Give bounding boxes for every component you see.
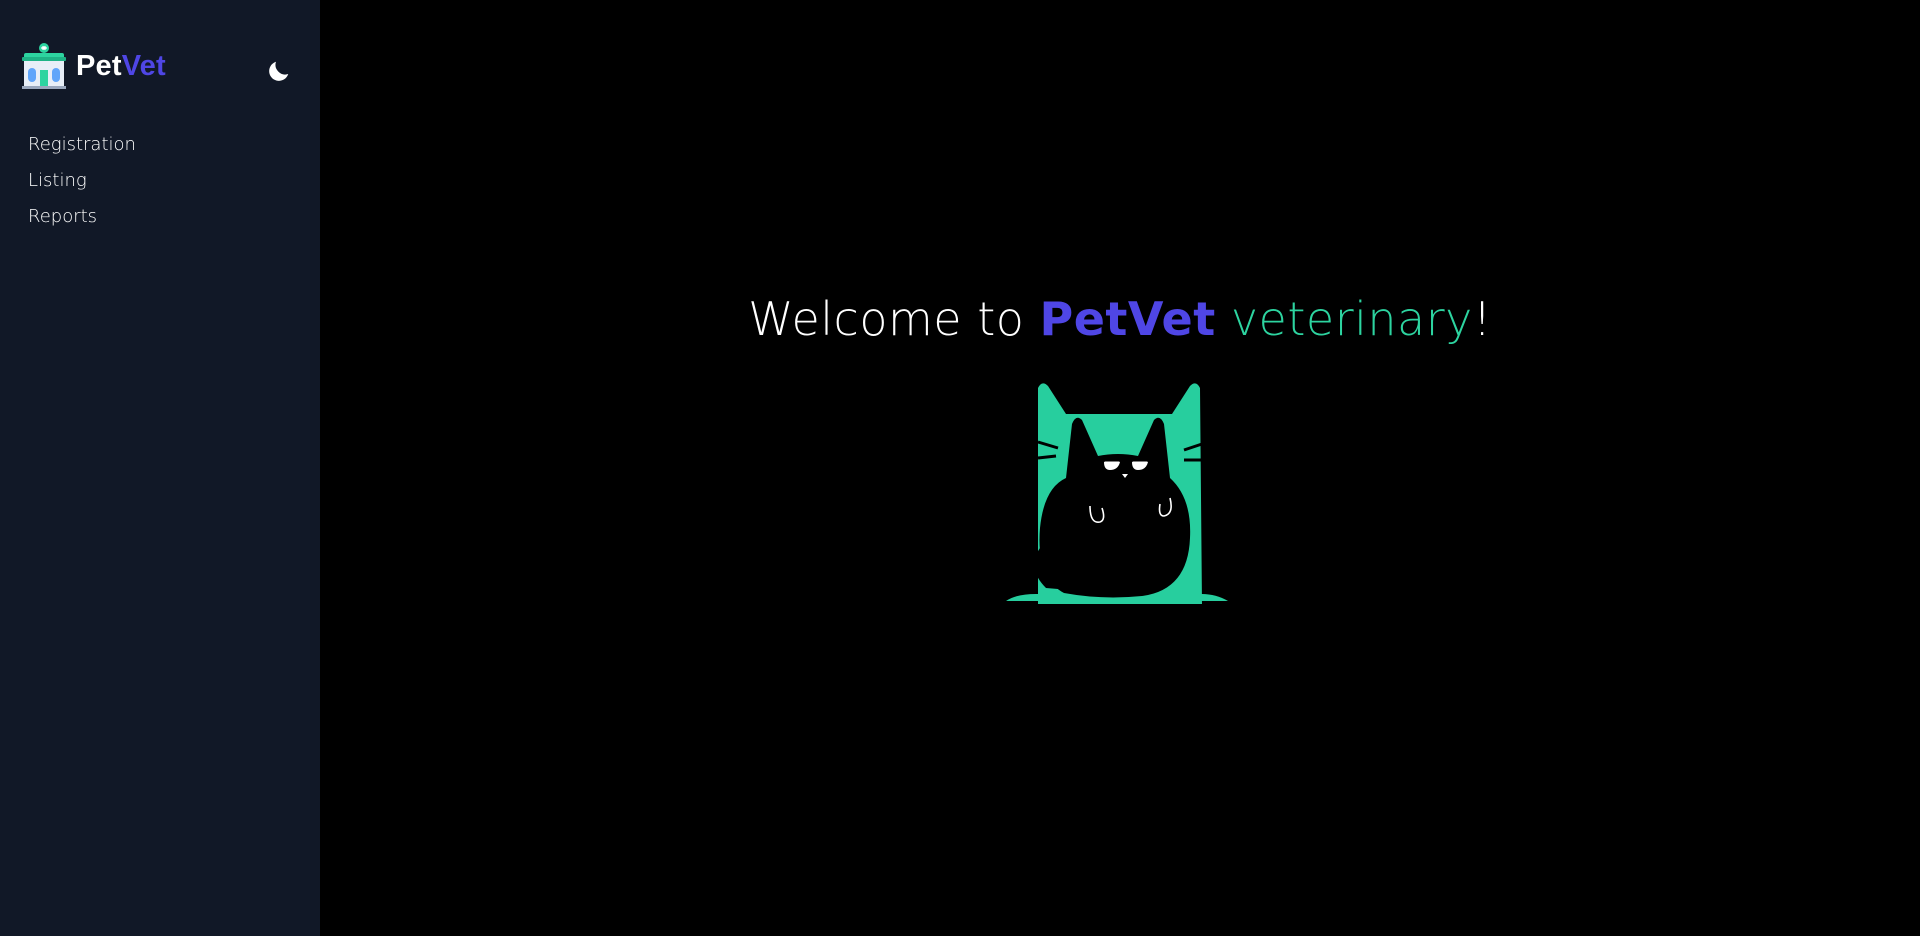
welcome-word: veterinary	[1230, 292, 1473, 346]
cat-illustration	[1006, 383, 1228, 604]
brand-name-part1: Pet	[76, 49, 122, 82]
welcome-heading: Welcome to PetVet veterinary!	[320, 292, 1920, 346]
app-root: PetVet Registration Listing Reports Welc…	[0, 0, 1920, 936]
brand-name-part2: Vet	[121, 49, 166, 82]
welcome-suffix: !	[1472, 292, 1492, 346]
brand[interactable]: PetVet	[20, 42, 166, 90]
brand-name: PetVet	[76, 50, 166, 83]
sidebar-item-reports[interactable]: Reports	[28, 203, 136, 239]
welcome-prefix: Welcome to	[748, 292, 1040, 346]
sidebar-nav: Registration Listing Reports	[28, 131, 136, 239]
sidebar-item-registration[interactable]: Registration	[28, 131, 136, 167]
main-content: Welcome to PetVet veterinary!	[320, 0, 1920, 936]
welcome-space	[1216, 292, 1231, 346]
welcome-brand: PetVet	[1039, 292, 1216, 346]
sidebar: PetVet Registration Listing Reports	[0, 0, 320, 936]
moon-icon[interactable]	[266, 58, 292, 84]
clinic-building-icon	[22, 43, 66, 89]
sidebar-item-listing[interactable]: Listing	[28, 167, 136, 203]
